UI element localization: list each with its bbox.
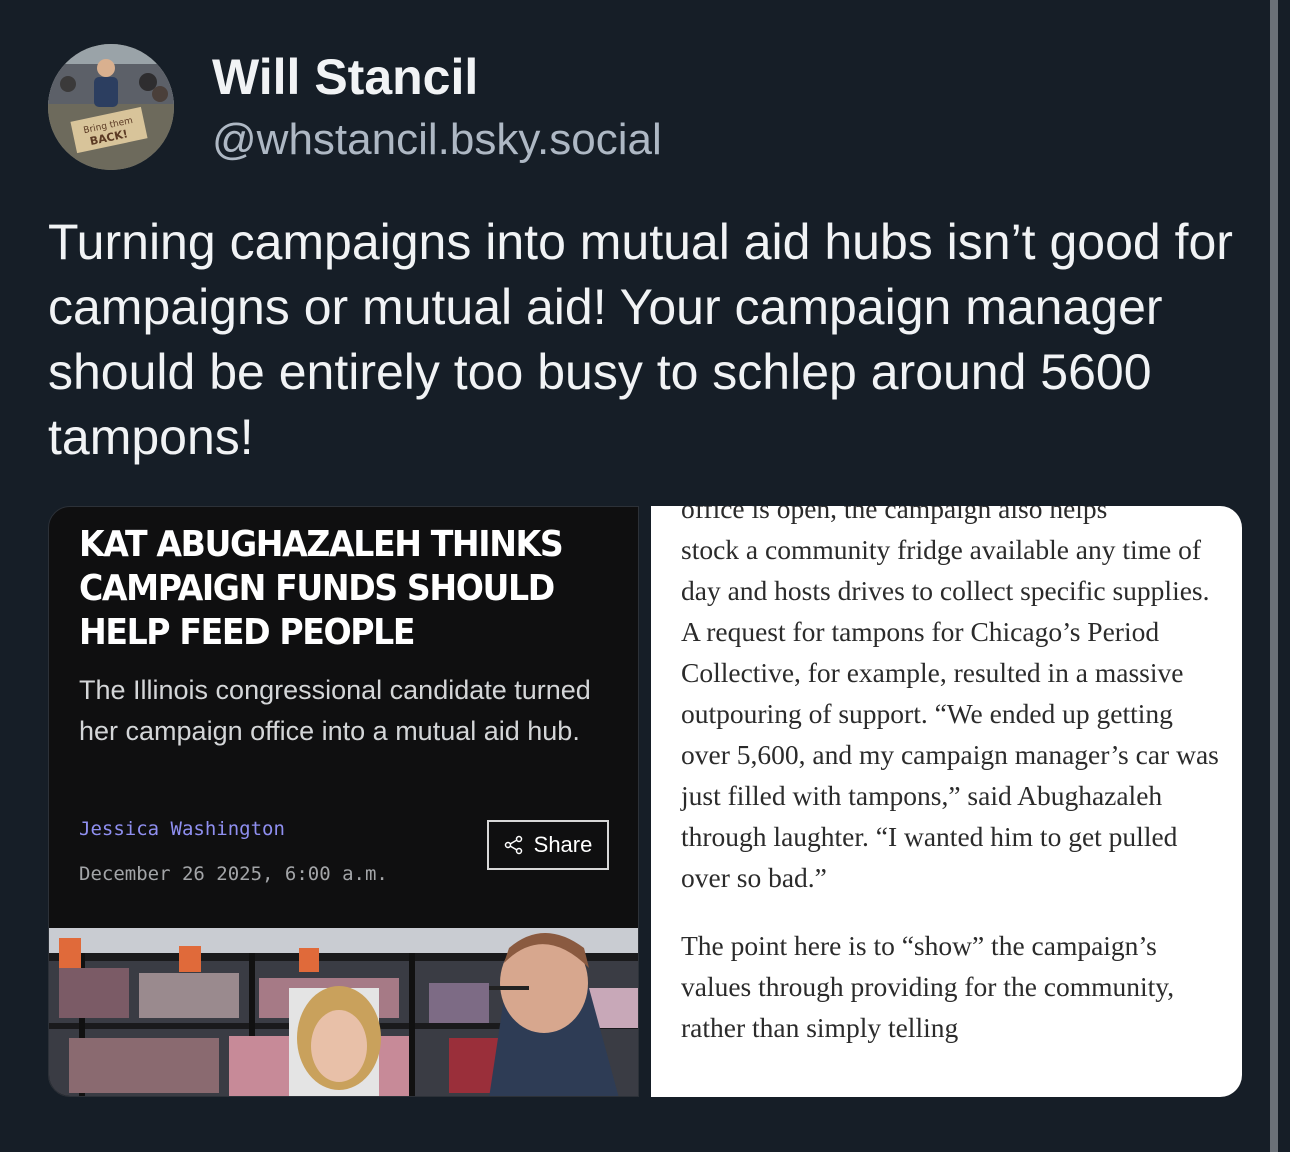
article-paragraph-2: The point here is to “show” the campaign… [681,930,1175,1043]
avatar-photo: Bring them BACK! [48,44,174,170]
embed-image-article-text[interactable]: office is open, the campaign also helps … [651,506,1242,1097]
article-body: office is open, the campaign also helps … [681,506,1221,1075]
author-link: Jessica Washington [79,818,285,840]
headline-line: KAT ABUGHAZALEH THINKS [79,524,564,565]
article-dek: The Illinois congressional candidate tur… [79,675,591,746]
article-paragraph-1: stock a community fridge available any t… [681,534,1219,893]
article-photo [49,928,638,1096]
share-icon [504,835,522,855]
share-label: Share [533,832,593,857]
avatar[interactable]: Bring them BACK! [48,44,174,170]
post-header: Bring them BACK! Will Stancil @whstancil… [48,44,662,170]
article-headline: KAT ABUGHAZALEH THINKS CAMPAIGN FUNDS SH… [79,523,576,655]
embed-image-headline[interactable]: KAT ABUGHAZALEH THINKS CAMPAIGN FUNDS SH… [48,506,639,1097]
headline-line: CAMPAIGN FUNDS SHOULD [79,568,555,609]
display-name[interactable]: Will Stancil [212,46,662,108]
post-text: Turning campaigns into mutual aid hubs i… [48,214,1233,465]
share-button: Share [487,820,609,870]
publish-date: December 26 2025, 6:00 a.m. [79,863,388,885]
scrollbar[interactable] [1270,0,1278,1152]
handle[interactable]: @whstancil.bsky.social [212,112,662,168]
article-cut-line: office is open, the campaign also helps [681,506,1108,524]
headline-line: HELP FEED PEOPLE [79,612,416,653]
